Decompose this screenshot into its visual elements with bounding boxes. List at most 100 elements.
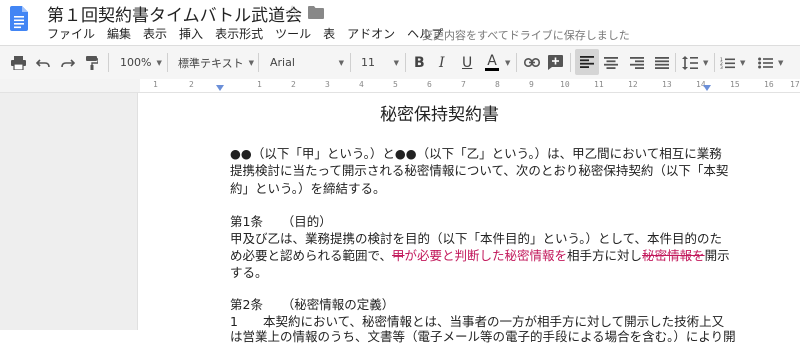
menu-addons[interactable]: アドオン xyxy=(347,25,395,43)
text-run: 開示 xyxy=(704,248,730,263)
intro-line: 約」という。）を締結する。 xyxy=(230,181,386,196)
ruler-number: 1 xyxy=(257,80,262,89)
document-canvas xyxy=(0,93,800,330)
font-size-value: 11 xyxy=(361,56,375,69)
ruler-number: 2 xyxy=(291,80,296,89)
ruler-number: 15 xyxy=(730,80,740,89)
print-icon xyxy=(11,55,26,70)
align-center-button[interactable] xyxy=(604,46,618,79)
align-right-icon xyxy=(630,56,644,69)
document-title[interactable]: 第１回契約書タイムバトル武道会 xyxy=(47,1,302,26)
redo-button[interactable] xyxy=(61,46,75,79)
justify-icon xyxy=(655,56,669,69)
font-size-select[interactable]: 11 ▼ xyxy=(361,46,399,79)
chevron-down-icon: ▼ xyxy=(156,58,162,67)
ruler-number: 7 xyxy=(461,80,466,89)
ruler-number: 17 xyxy=(790,80,800,89)
text-color-icon: A xyxy=(487,53,497,69)
menu-tools[interactable]: ツール xyxy=(275,25,311,43)
suggested-insertion[interactable]: が必要と判断した秘密情報を xyxy=(405,248,568,263)
add-comment-button[interactable] xyxy=(548,46,563,79)
right-indent-marker[interactable] xyxy=(703,85,711,91)
chevron-down-icon: ▼ xyxy=(740,58,746,67)
menu-bar: ファイル 編集 表示 挿入 表示形式 ツール 表 アドオン ヘルプ xyxy=(47,25,455,43)
underline-icon: U xyxy=(462,54,473,71)
justify-button[interactable] xyxy=(655,46,669,79)
ruler-number: 3 xyxy=(325,80,330,89)
menu-edit[interactable]: 編集 xyxy=(107,25,131,43)
ruler-number: 5 xyxy=(393,80,398,89)
ruler-number: 2 xyxy=(189,80,194,89)
italic-icon: I xyxy=(439,54,445,71)
align-left-icon xyxy=(580,56,594,68)
font-select[interactable]: Arial ▼ xyxy=(270,46,344,79)
menu-file[interactable]: ファイル xyxy=(47,25,95,43)
link-icon xyxy=(524,58,540,67)
left-indent-marker[interactable] xyxy=(216,85,224,91)
ruler[interactable]: 1 2 1 2 3 4 5 6 7 8 9 10 11 12 13 14 15 … xyxy=(0,79,800,93)
numbered-list-button[interactable]: 123 ▼ xyxy=(720,46,745,79)
ruler-number: 6 xyxy=(427,80,432,89)
document-heading: 秘密保持契約書 xyxy=(380,105,499,125)
title-bar: 第１回契約書タイムバトル武道会 ☆ ファイル 編集 表示 挿入 表示形式 ツール… xyxy=(0,0,800,44)
bulleted-list-icon xyxy=(758,57,773,68)
print-button[interactable] xyxy=(11,46,26,79)
numbered-list-icon: 123 xyxy=(720,57,735,69)
undo-button[interactable] xyxy=(36,46,50,79)
ruler-number: 1 xyxy=(153,80,158,89)
menu-insert[interactable]: 挿入 xyxy=(179,25,203,43)
redo-icon xyxy=(61,58,75,67)
paint-format-button[interactable] xyxy=(86,46,98,79)
text-color-dropdown[interactable]: ▼ xyxy=(500,46,510,79)
star-icon[interactable]: ☆ xyxy=(284,2,300,23)
align-center-icon xyxy=(604,56,618,69)
chevron-down-icon: ▼ xyxy=(338,58,344,67)
style-value: 標準テキスト xyxy=(178,56,244,70)
text-color-button[interactable]: A xyxy=(485,46,499,79)
paint-format-icon xyxy=(86,55,98,70)
suggested-deletion[interactable]: 甲 xyxy=(392,248,405,263)
docs-logo-icon[interactable] xyxy=(10,6,28,31)
ruler-number: 10 xyxy=(560,80,570,89)
suggested-deletion[interactable]: 秘密情報を xyxy=(642,248,705,263)
save-status[interactable]: 変更内容をすべてドライブに保存しました xyxy=(422,27,630,43)
style-select[interactable]: 標準テキスト ▼ xyxy=(178,46,254,79)
ruler-number: 12 xyxy=(628,80,638,89)
menu-format[interactable]: 表示形式 xyxy=(215,25,263,43)
bold-button[interactable]: B xyxy=(414,46,425,79)
text-run: め必要と認められる範囲で、 xyxy=(230,248,393,263)
italic-button[interactable]: I xyxy=(439,46,445,79)
undo-icon xyxy=(36,58,50,67)
zoom-select[interactable]: 100% ▼ xyxy=(120,46,162,79)
menu-view[interactable]: 表示 xyxy=(143,25,167,43)
toolbar: 100% ▼ 標準テキスト ▼ Arial ▼ 11 ▼ B I U A ▼ ▼ 123… xyxy=(0,45,800,80)
ruler-number: 8 xyxy=(495,80,500,89)
folder-icon[interactable] xyxy=(308,6,324,19)
article1-line: する。 xyxy=(230,265,268,280)
bold-icon: B xyxy=(414,54,425,71)
ruler-number: 9 xyxy=(529,80,534,89)
chevron-down-icon: ▼ xyxy=(703,58,709,67)
menu-table[interactable]: 表 xyxy=(323,25,335,43)
ruler-number: 16 xyxy=(764,80,774,89)
chevron-down-icon: ▼ xyxy=(778,58,784,67)
line-spacing-icon xyxy=(682,55,698,70)
text-run: 相手方に対し xyxy=(567,248,643,263)
chevron-down-icon: ▼ xyxy=(248,58,255,67)
align-left-button[interactable] xyxy=(575,49,599,75)
zoom-value: 100% xyxy=(120,56,152,69)
chevron-down-icon: ▼ xyxy=(505,58,511,67)
ruler-number: 13 xyxy=(662,80,672,89)
insert-link-button[interactable] xyxy=(524,46,540,79)
line-spacing-button[interactable]: ▼ xyxy=(682,46,708,79)
chevron-down-icon: ▼ xyxy=(393,58,399,67)
add-comment-icon xyxy=(548,55,563,70)
svg-text:3: 3 xyxy=(720,65,723,69)
underline-button[interactable]: U xyxy=(462,46,472,79)
bulleted-list-button[interactable]: ▼ xyxy=(758,46,783,79)
ruler-number: 11 xyxy=(594,80,604,89)
align-right-button[interactable] xyxy=(630,46,644,79)
intro-line: 提携検討に当たって開示される秘密情報について、次のとおり秘密保持契約（以下「本契 xyxy=(230,163,729,178)
font-value: Arial xyxy=(270,56,295,69)
article2-line: は営業上の情報のうち、文書等（電子メール等の電子的手段による場合を含む。）により… xyxy=(230,329,736,344)
